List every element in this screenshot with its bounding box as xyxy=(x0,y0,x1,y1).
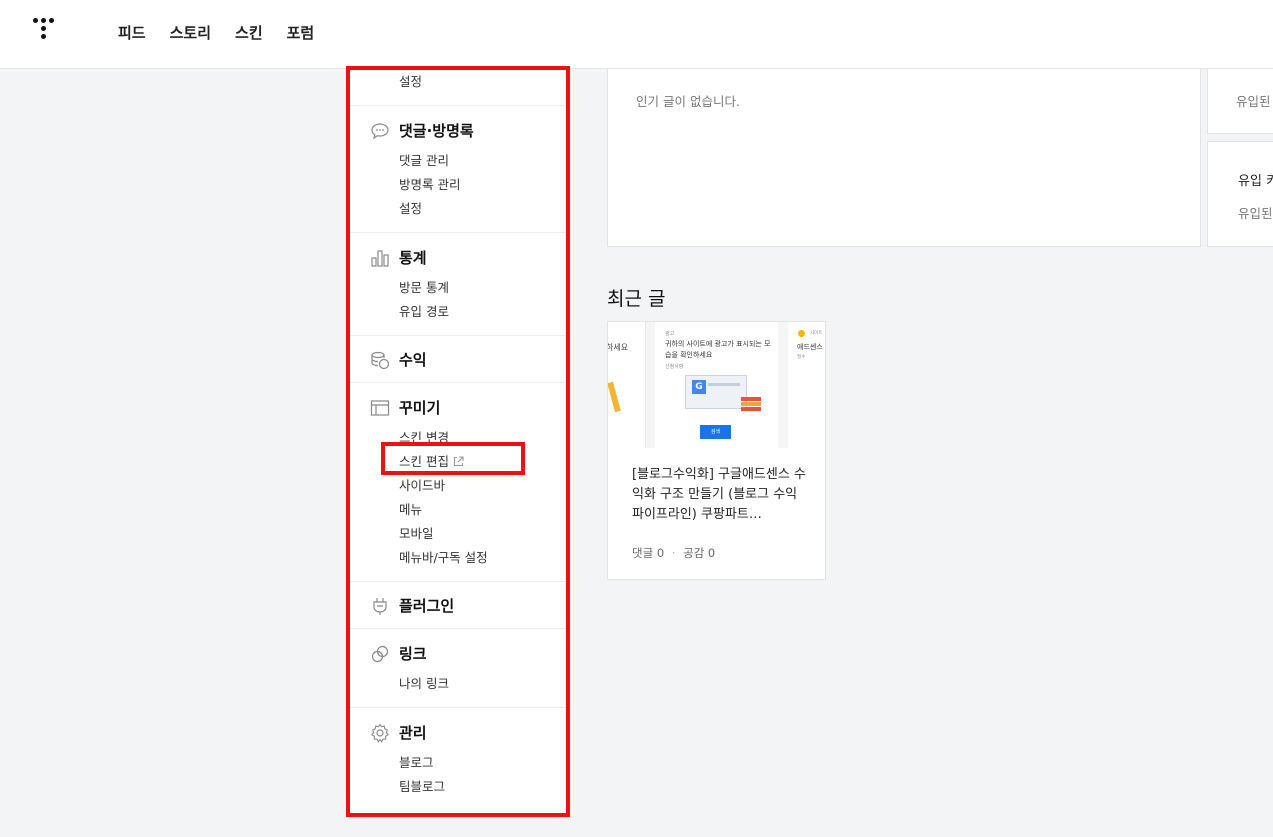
book-stack-icon xyxy=(741,402,761,406)
nav-forum[interactable]: 포럼 xyxy=(287,22,315,43)
top-header: 피드 스토리 스킨 포럼 xyxy=(0,0,1273,69)
post-meta: 댓글 0 · 공감 0 xyxy=(632,545,715,561)
recent-post-card[interactable]: 하세요 광고 귀하의 사이트에 광고가 표시되는 모습을 확인하세요 신청사항 … xyxy=(607,321,826,580)
nav-skin[interactable]: 스킨 xyxy=(235,22,263,43)
thumb-right-label: 사이트 xyxy=(810,331,823,336)
thumb-search-button: 검색 xyxy=(700,425,731,439)
post-comments-count: 댓글 0 xyxy=(632,546,665,560)
top-nav: 피드 스토리 스킨 포럼 xyxy=(118,22,314,43)
thumb-headline: 귀하의 사이트에 광고가 표시되는 모습을 확인하세요 xyxy=(665,340,771,359)
thumb-panel-left: 하세요 xyxy=(608,322,646,448)
thumb-panel-center: 광고 귀하의 사이트에 광고가 표시되는 모습을 확인하세요 신청사항 G 검색 xyxy=(655,322,778,448)
thumb-right-sub: 필수 xyxy=(797,355,806,360)
meta-separator: · xyxy=(671,546,676,560)
book-stack-icon xyxy=(741,407,761,411)
post-likes-count: 공감 0 xyxy=(683,546,716,560)
search-bar-icon xyxy=(708,383,740,386)
info-dot-icon xyxy=(798,330,805,337)
popular-posts-card: 인기 글이 없습니다. xyxy=(607,40,1201,247)
inflow-card-text: 유입된 xyxy=(1238,206,1273,221)
google-g-icon: G xyxy=(692,380,706,394)
post-thumbnail[interactable]: 하세요 광고 귀하의 사이트에 광고가 표시되는 모습을 확인하세요 신청사항 … xyxy=(608,322,825,448)
popular-empty-text: 인기 글이 없습니다. xyxy=(636,94,740,109)
nav-story[interactable]: 스토리 xyxy=(170,22,211,43)
thumb-panel-right: 사이트 애드센스 필수 xyxy=(788,322,825,448)
thumb-small-label: 광고 xyxy=(665,331,675,337)
laptop-illustration: G xyxy=(685,375,747,409)
highlight-box-skin-edit xyxy=(381,442,525,475)
inflow-card-title: 유입 키 xyxy=(1238,174,1273,189)
thumb-left-text: 하세요 xyxy=(608,343,629,352)
nav-feed[interactable]: 피드 xyxy=(118,22,146,43)
thumb-sub: 신청사항 xyxy=(665,364,684,370)
post-title[interactable]: [블로그수익화] 구글애드센스 수익화 구조 만들기 (블로그 수익 파이프라인… xyxy=(632,465,808,525)
pencil-icon xyxy=(608,381,621,413)
thumb-right-text: 애드센스 xyxy=(797,343,823,351)
inflow-card-text: 유입된 xyxy=(1236,94,1271,109)
tistory-logo-icon[interactable] xyxy=(33,18,61,48)
book-stack-icon xyxy=(741,397,761,401)
inflow-card-2: 유입 키 유입된 xyxy=(1207,141,1273,247)
recent-posts-title: 최근 글 xyxy=(607,288,666,310)
